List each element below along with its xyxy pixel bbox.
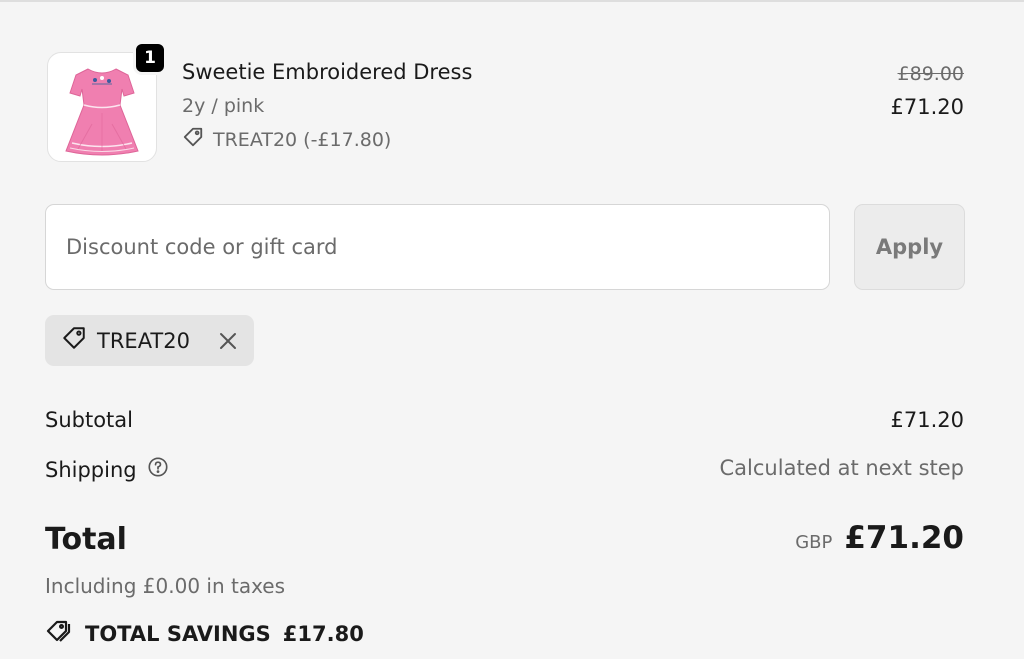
subtotal-label: Subtotal xyxy=(45,408,133,432)
product-name: Sweetie Embroidered Dress xyxy=(182,60,473,84)
savings-tags-icon xyxy=(45,617,75,650)
top-divider xyxy=(0,0,1024,2)
tag-icon xyxy=(182,126,204,153)
tag-icon xyxy=(61,325,87,356)
close-icon xyxy=(220,332,236,349)
shipping-value: Calculated at next step xyxy=(719,456,964,480)
discount-code-input[interactable] xyxy=(45,204,830,290)
subtotal-value: £71.20 xyxy=(890,408,964,432)
quantity-badge: 1 xyxy=(133,41,167,75)
currency-code: GBP xyxy=(795,532,833,553)
product-discount-text: TREAT20 (-£17.80) xyxy=(213,128,392,151)
shipping-label: Shipping xyxy=(45,457,137,482)
help-icon[interactable] xyxy=(147,456,169,483)
tax-note: Including £0.00 in taxes xyxy=(45,574,286,598)
product-variant: 2y / pink xyxy=(182,95,265,117)
shipping-row-label: Shipping xyxy=(45,456,169,483)
total-savings: TOTAL SAVINGS £17.80 xyxy=(45,617,364,650)
savings-amount: £17.80 xyxy=(282,621,364,646)
applied-code-label: TREAT20 xyxy=(97,328,190,353)
apply-button[interactable]: Apply xyxy=(854,204,965,290)
remove-discount-button[interactable] xyxy=(218,331,238,351)
savings-label: TOTAL SAVINGS xyxy=(85,621,271,646)
applied-discount-chip: TREAT20 xyxy=(45,315,254,366)
discounted-price: £71.20 xyxy=(890,95,964,119)
total-label: Total xyxy=(45,522,127,557)
total-value-group: GBP £71.20 xyxy=(795,520,964,556)
total-amount: £71.20 xyxy=(844,520,964,556)
original-price: £89.00 xyxy=(897,63,964,85)
product-discount-line: TREAT20 (-£17.80) xyxy=(182,126,391,153)
product-thumbnail: 1 xyxy=(47,41,167,162)
